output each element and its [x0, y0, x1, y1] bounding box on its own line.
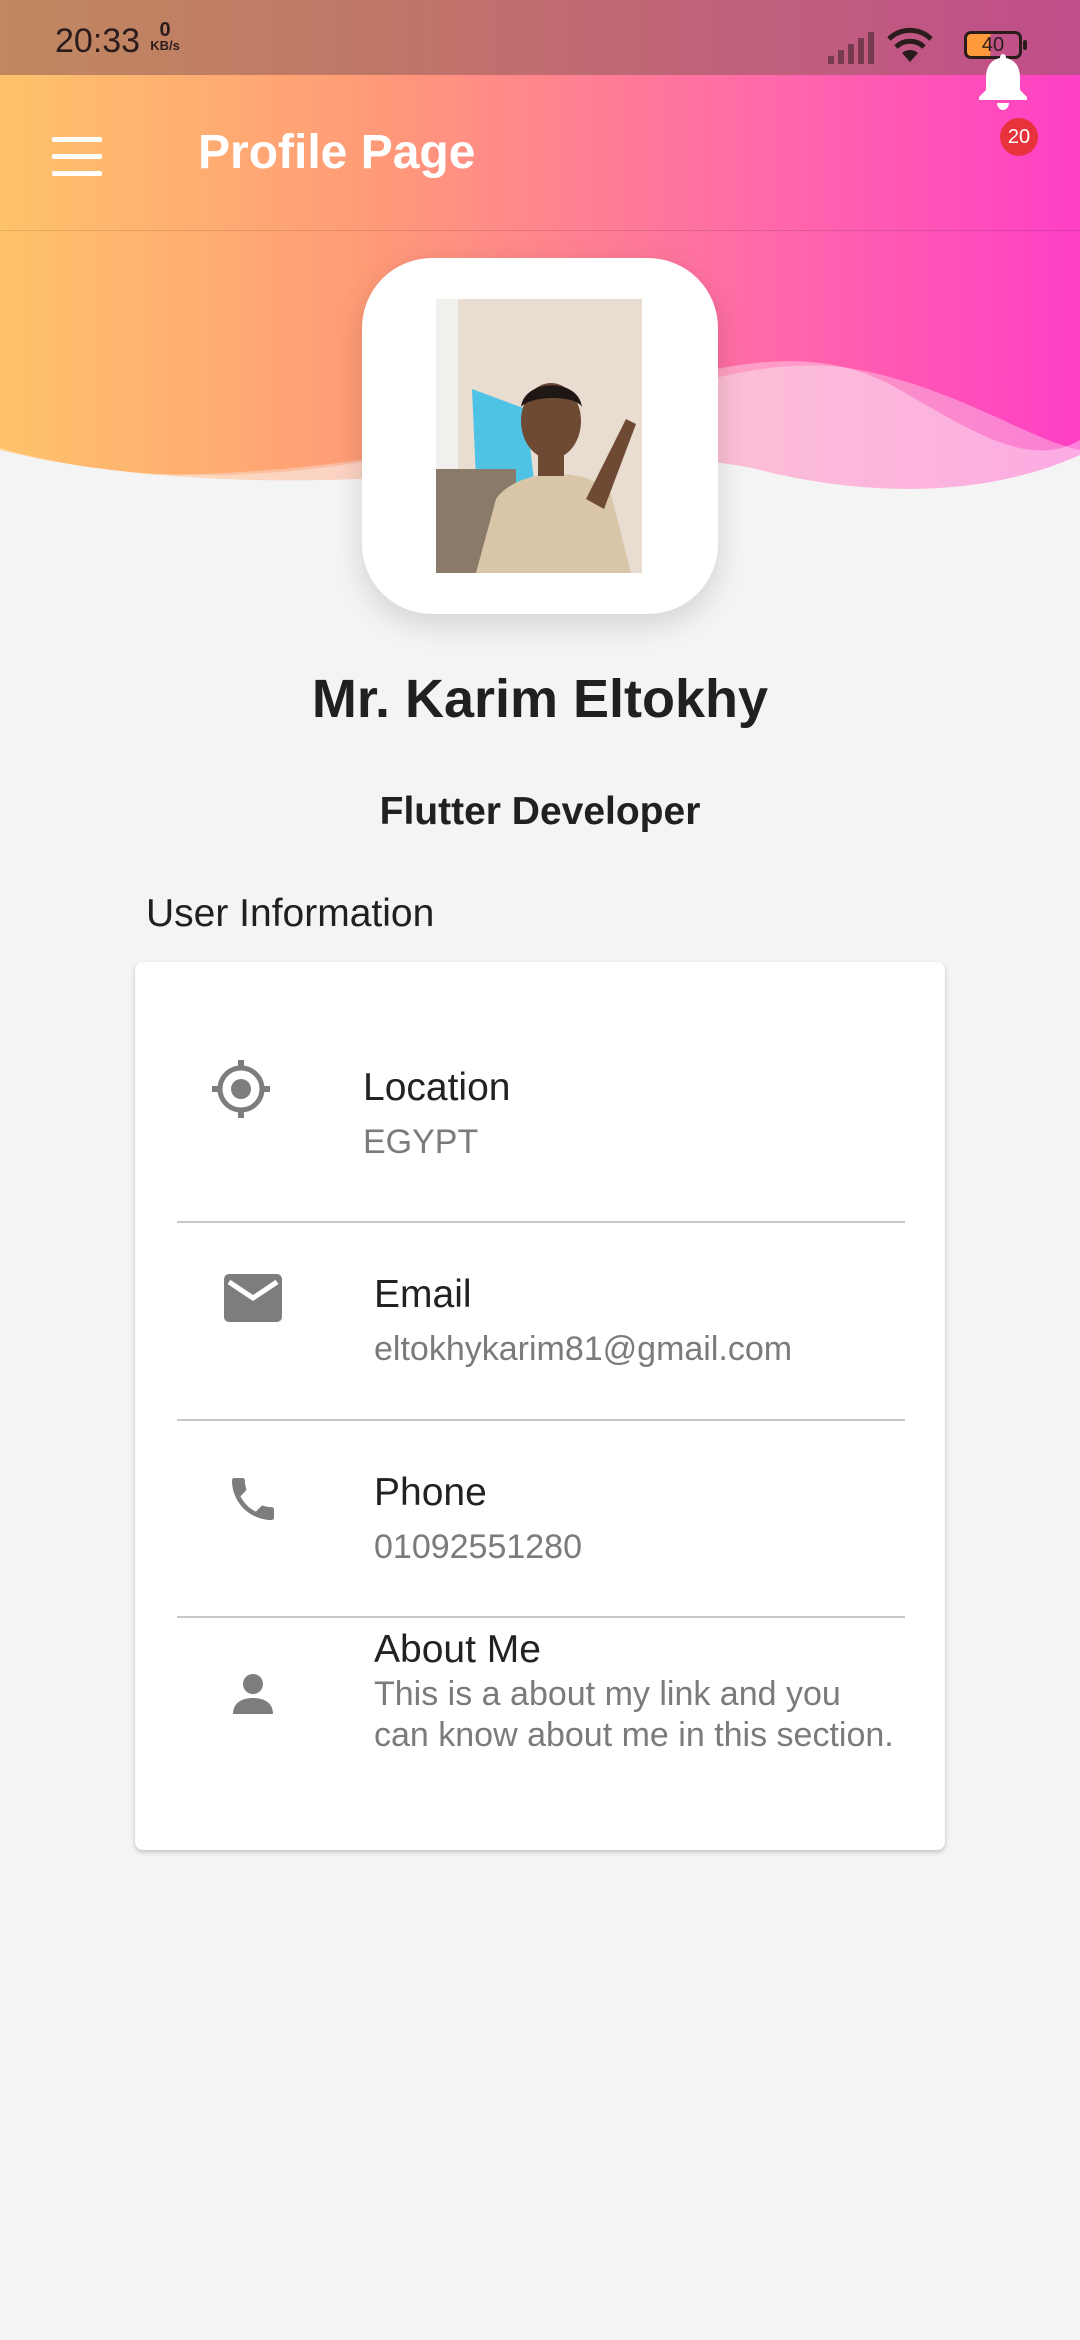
email-icon	[224, 1274, 282, 1322]
wifi-icon	[887, 27, 933, 62]
info-label: Phone	[374, 1471, 487, 1514]
network-speed: 0 KB/s	[145, 20, 185, 54]
signal-icon	[828, 32, 874, 64]
avatar-card[interactable]	[362, 258, 718, 614]
phone-icon	[232, 1478, 274, 1520]
info-row-phone[interactable]: Phone 01092551280	[135, 1421, 945, 1617]
info-row-location[interactable]: Location EGYPT	[135, 962, 945, 1222]
info-value: This is a about my link and you can know…	[374, 1675, 894, 1754]
info-label: Location	[363, 1066, 511, 1109]
info-row-about[interactable]: About Me This is a about my link and you…	[135, 1618, 945, 1850]
network-speed-unit: KB/s	[150, 38, 180, 53]
status-bar: 20:33 0 KB/s 40	[0, 0, 1080, 75]
info-value: EGYPT	[363, 1123, 479, 1161]
app-bar: Profile Page	[0, 75, 1080, 231]
person-icon	[233, 1674, 273, 1714]
info-value: eltokhykarim81@gmail.com	[374, 1330, 793, 1368]
info-label: Email	[374, 1273, 472, 1316]
info-row-email[interactable]: Email eltokhykarim81@gmail.com	[135, 1223, 945, 1421]
section-heading: User Information	[146, 892, 435, 935]
avatar	[436, 299, 642, 573]
profile-photo	[436, 299, 642, 573]
info-label: About Me	[374, 1628, 541, 1671]
notification-badge: 20	[1000, 118, 1038, 156]
info-value: 01092551280	[374, 1528, 583, 1566]
notification-bell-icon[interactable]	[975, 50, 1031, 110]
menu-icon[interactable]	[52, 137, 102, 176]
status-time: 20:33	[55, 22, 141, 60]
profile-name: Mr. Karim Eltokhy	[311, 669, 769, 729]
page-title: Profile Page	[198, 126, 476, 179]
user-information-card: Location EGYPT Email eltokhykarim81@gmai…	[135, 962, 945, 1850]
location-icon	[212, 1060, 270, 1118]
profile-role: Flutter Developer	[379, 790, 701, 833]
